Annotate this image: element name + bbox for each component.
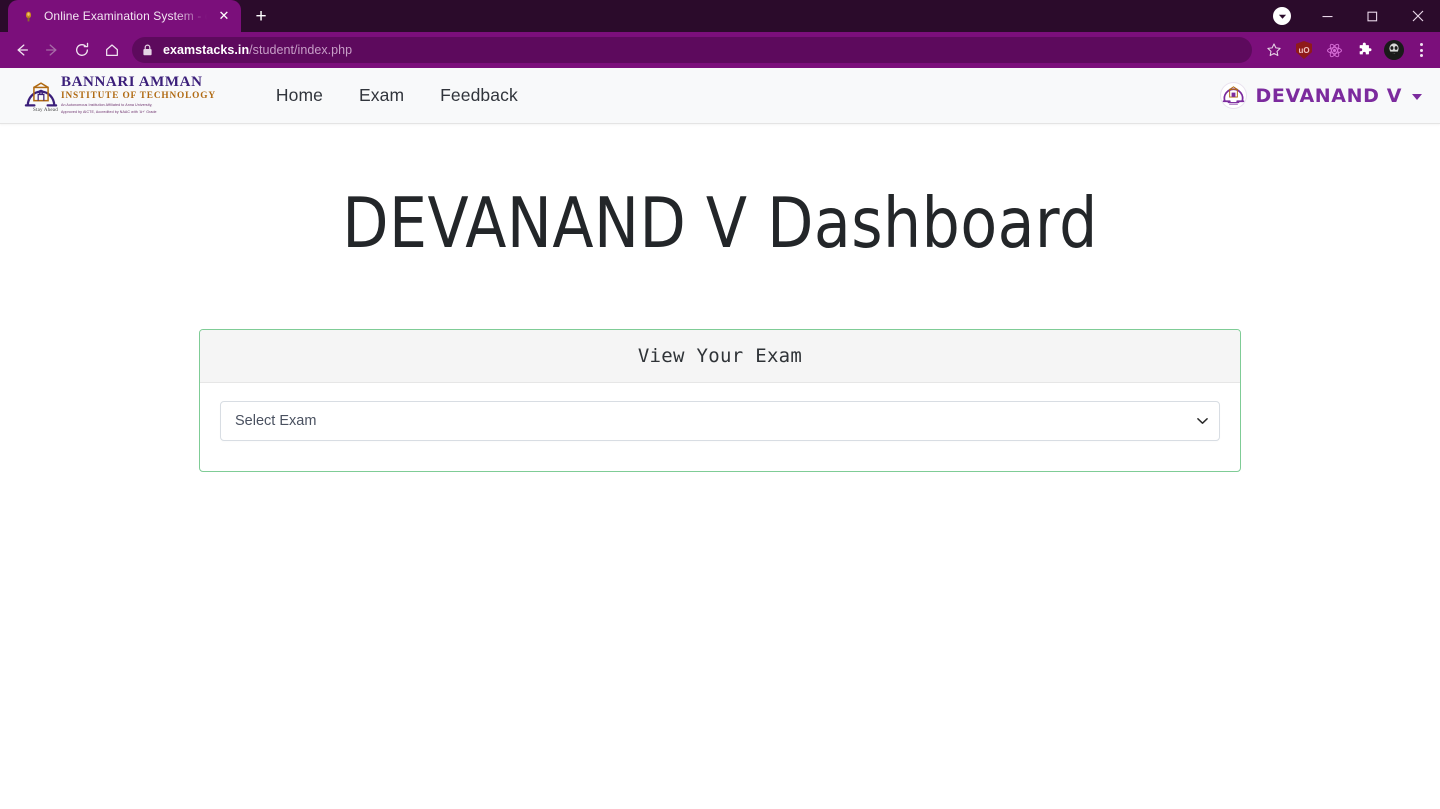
college-name-line1: BANNARI AMMAN (61, 74, 203, 91)
nav-link-feedback[interactable]: Feedback (422, 79, 536, 112)
user-name-label: DEVANAND V (1255, 84, 1402, 107)
tab-search-icon[interactable] (1259, 0, 1305, 32)
minimize-button[interactable] (1305, 0, 1350, 32)
card-header-title: View Your Exam (637, 345, 803, 367)
address-bar[interactable]: examstacks.in/student/index.php (132, 37, 1252, 63)
nav-link-exam[interactable]: Exam (341, 79, 422, 112)
user-avatar-icon (1219, 82, 1247, 109)
reload-icon[interactable] (68, 36, 96, 64)
college-name-text: BANNARI AMMAN INSTITUTE OF TECHNOLOGY An… (61, 75, 216, 115)
tab-strip: Online Examination System - dat ✕ + (0, 0, 1440, 32)
college-name-line2: INSTITUTE OF TECHNOLOGY (61, 90, 216, 101)
url-domain: examstacks.in (163, 43, 250, 57)
exam-select-wrapper: Select Exam (220, 401, 1220, 441)
react-devtools-icon[interactable] (1320, 36, 1348, 64)
address-bar-url: examstacks.in/student/index.php (163, 43, 352, 57)
nav-link-home[interactable]: Home (258, 79, 341, 112)
back-arrow-icon[interactable] (8, 36, 36, 64)
puzzle-piece-icon[interactable] (1350, 36, 1378, 64)
navbar-links: Home Exam Feedback (258, 79, 536, 112)
site-logo[interactable]: BANNARI AMMAN INSTITUTE OF TECHNOLOGY An… (22, 75, 216, 115)
web-page: BANNARI AMMAN INSTITUTE OF TECHNOLOGY An… (0, 68, 1440, 809)
card-header: View Your Exam (200, 330, 1240, 383)
home-icon[interactable] (98, 36, 126, 64)
ublock-origin-icon[interactable]: uO (1290, 36, 1318, 64)
browser-tab[interactable]: Online Examination System - dat ✕ (8, 0, 241, 32)
new-tab-button[interactable]: + (247, 2, 275, 30)
ublock-shield-shape: uO (1296, 41, 1312, 59)
profile-image (1384, 40, 1404, 60)
close-window-button[interactable] (1395, 0, 1440, 32)
college-accreditation-line2: Approved by AICTE, Accredited by NAAC wi… (61, 110, 157, 115)
site-navbar: BANNARI AMMAN INSTITUTE OF TECHNOLOGY An… (0, 68, 1440, 124)
url-path: /student/index.php (249, 43, 353, 57)
exam-select[interactable]: Select Exam (220, 401, 1220, 441)
page-favicon-icon (20, 8, 36, 24)
toolbar-right-icons: uO (1260, 36, 1432, 64)
view-exam-card: View Your Exam Select Exam (199, 329, 1241, 472)
college-accreditation-line1: An Autonomous Institution Affiliated to … (61, 103, 153, 108)
card-body: Select Exam (200, 383, 1240, 471)
profile-avatar-icon[interactable] (1380, 36, 1408, 64)
browser-toolbar: examstacks.in/student/index.php uO (0, 32, 1440, 68)
page-content: DEVANAND V Dashboard View Your Exam Sele… (0, 182, 1440, 472)
three-dots-menu-icon[interactable] (1410, 37, 1432, 63)
tab-close-button[interactable]: ✕ (215, 7, 233, 25)
maximize-button[interactable] (1350, 0, 1395, 32)
tab-title: Online Examination System - dat (44, 9, 207, 23)
user-menu[interactable]: DEVANAND V (1219, 82, 1426, 109)
browser-window: Online Examination System - dat ✕ + exam… (0, 0, 1440, 809)
lock-icon (142, 44, 154, 56)
college-tagline: Stay Ahead (33, 108, 58, 113)
window-controls (1259, 0, 1440, 32)
exam-select-value: Select Exam (235, 413, 317, 429)
chevron-down-icon[interactable] (1412, 94, 1422, 100)
forward-arrow-icon[interactable] (38, 36, 66, 64)
page-title: DEVANAND V Dashboard (342, 182, 1098, 264)
star-icon[interactable] (1260, 36, 1288, 64)
